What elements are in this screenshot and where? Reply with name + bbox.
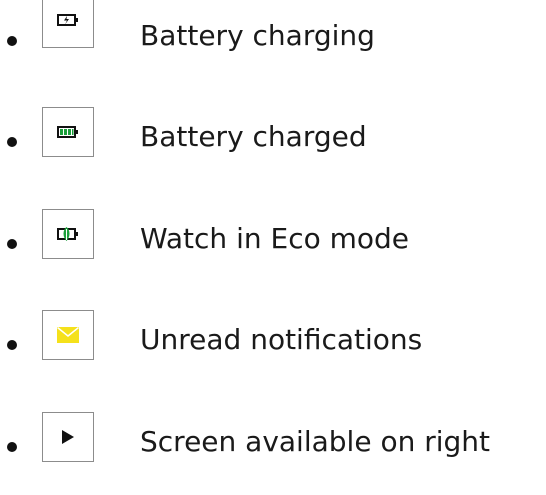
bullet-point (7, 36, 17, 46)
battery-charged-icon-box (42, 107, 94, 157)
status-label: Unread notifications (140, 323, 423, 356)
status-icon-list: Battery charging Battery charged Watch i… (0, 0, 546, 495)
unread-notifications-icon (57, 327, 79, 343)
battery-charging-icon-box (42, 0, 94, 48)
bullet-point (7, 239, 17, 249)
list-item: Battery charging (0, 0, 546, 76)
status-label: Watch in Eco mode (140, 222, 410, 255)
status-label: Battery charging (140, 19, 375, 52)
bullet-point (7, 340, 17, 350)
screen-available-right-icon (62, 430, 74, 444)
battery-charging-icon (57, 14, 78, 26)
status-label: Battery charged (140, 120, 367, 153)
list-item: Battery charged (0, 107, 546, 177)
unread-notifications-icon-box (42, 310, 94, 360)
bullet-point (7, 442, 17, 452)
list-item: Screen available on right (0, 412, 546, 482)
bullet-point (7, 137, 17, 147)
eco-mode-icon-box (42, 209, 94, 259)
screen-available-right-icon-box (42, 412, 94, 462)
list-item: Watch in Eco mode (0, 209, 546, 279)
list-item: Unread notifications (0, 310, 546, 380)
battery-charged-icon (57, 126, 78, 138)
eco-mode-icon (57, 227, 78, 241)
status-label: Screen available on right (140, 425, 491, 458)
